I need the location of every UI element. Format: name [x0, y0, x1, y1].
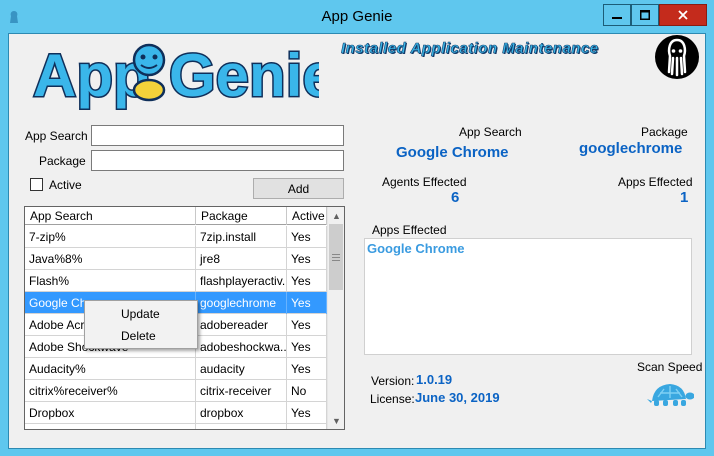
table-row[interactable]: 7-zip% 7zip.install Yes: [25, 226, 327, 248]
close-button[interactable]: [659, 4, 707, 26]
license-label: License:: [370, 392, 415, 406]
agents-effected-label: Agents Effected: [382, 175, 467, 189]
agents-effected-value: 6: [451, 189, 460, 206]
list-item[interactable]: Google Chrome: [367, 241, 465, 256]
active-label: Active: [49, 178, 82, 192]
detail-package-value: googlechrome: [579, 140, 683, 157]
detail-app-search-label: App Search: [459, 125, 522, 139]
apps-effected-list-label: Apps Effected: [372, 223, 447, 237]
table-row[interactable]: Java%8% jre8 Yes: [25, 248, 327, 270]
minimize-button[interactable]: [603, 4, 631, 26]
svg-text:App: App: [33, 42, 150, 109]
table-row[interactable]: GoToMeeting%gotomeetingYes: [25, 424, 327, 429]
apps-effected-list[interactable]: Google Chrome: [364, 238, 692, 355]
scan-speed-label: Scan Speed: [637, 360, 703, 374]
grid-cell-app-search[interactable]: Java%8%: [25, 248, 196, 270]
grid-scrollbar[interactable]: ▲ ▼: [327, 207, 344, 429]
table-row[interactable]: Dropbox dropbox Yes: [25, 402, 327, 424]
version-label: Version:: [371, 374, 415, 388]
grid-cell-package[interactable]: 7zip.install: [196, 226, 287, 248]
grid-cell-app-search[interactable]: 7-zip%: [25, 226, 196, 248]
grid-cell-active[interactable]: No: [287, 380, 327, 402]
scroll-up-icon[interactable]: ▲: [328, 207, 344, 224]
grid-cell-active[interactable]: Yes: [287, 248, 327, 270]
grid-cell-active[interactable]: Yes: [287, 402, 327, 424]
grid-cell-active[interactable]: Yes: [287, 226, 327, 248]
grid-cell-active[interactable]: Yes: [287, 270, 327, 292]
scroll-down-icon[interactable]: ▼: [328, 412, 344, 429]
column-header-app-search[interactable]: App Search: [25, 207, 196, 225]
grid-cell-app-search[interactable]: Dropbox: [25, 402, 196, 424]
app-search-input[interactable]: [91, 125, 344, 146]
grid-header: App Search Package Active: [25, 207, 327, 225]
apps-effected-value: 1: [680, 189, 689, 206]
grid-cell-active[interactable]: Yes: [287, 314, 327, 336]
scroll-thumb[interactable]: [329, 224, 343, 290]
grid-cell-package[interactable]: flashplayeractiv...: [196, 270, 287, 292]
maximize-button[interactable]: [631, 4, 659, 26]
app-window: App Genie App Genie Installed Applicatio…: [0, 0, 714, 456]
grid-cell-active[interactable]: Yes: [287, 424, 327, 429]
version-value: 1.0.19: [416, 372, 453, 387]
table-row[interactable]: citrix%receiver% citrix-receiver No: [25, 380, 327, 402]
column-header-package[interactable]: Package: [196, 207, 287, 225]
column-header-active[interactable]: Active: [287, 207, 327, 225]
detail-app-search-value: Google Chrome: [396, 144, 509, 161]
squid-icon: [655, 35, 699, 79]
grid-cell-active[interactable]: Yes: [287, 292, 327, 314]
close-icon: [678, 10, 688, 20]
detail-package-label: Package: [641, 125, 688, 139]
grid-cell-app-search[interactable]: Audacity%: [25, 358, 196, 380]
grid-cell-package[interactable]: adobeshockwa...: [196, 336, 287, 358]
license-value: June 30, 2019: [415, 390, 500, 405]
grid-cell-package[interactable]: dropbox: [196, 402, 287, 424]
turtle-icon[interactable]: [646, 379, 694, 409]
grid-cell-package[interactable]: audacity: [196, 358, 287, 380]
app-search-label: App Search: [25, 129, 88, 143]
table-row[interactable]: Audacity% audacity Yes: [25, 358, 327, 380]
table-row[interactable]: Flash% flashplayeractiv... Yes: [25, 270, 327, 292]
grid-cell-package[interactable]: googlechrome: [196, 292, 287, 314]
menu-item-delete[interactable]: Delete: [87, 325, 195, 347]
context-menu: Update Delete: [84, 300, 198, 349]
grid-cell-app-search[interactable]: citrix%receiver%: [25, 380, 196, 402]
add-button[interactable]: Add: [253, 178, 344, 199]
package-label: Package: [39, 154, 86, 168]
title-bar[interactable]: App Genie: [0, 0, 714, 33]
svg-text:Genie: Genie: [169, 42, 319, 109]
main-panel: App Genie Installed Application Maintena…: [8, 33, 706, 449]
app-subtitle: Installed Application Maintenance: [341, 40, 599, 58]
grid-cell-active[interactable]: Yes: [287, 336, 327, 358]
grid-cell-app-search[interactable]: Flash%: [25, 270, 196, 292]
grid-cell-package[interactable]: jre8: [196, 248, 287, 270]
package-input[interactable]: [91, 150, 344, 171]
grid-cell-package[interactable]: adobereader: [196, 314, 287, 336]
grid-cell-package[interactable]: citrix-receiver: [196, 380, 287, 402]
menu-item-update[interactable]: Update: [87, 303, 195, 325]
appgenie-logo: App Genie: [32, 41, 320, 111]
grid-cell-package[interactable]: gotomeeting: [196, 424, 287, 429]
grid-cell-active[interactable]: Yes: [287, 358, 327, 380]
grid-cell-app-search[interactable]: GoToMeeting%: [25, 424, 196, 429]
minimize-icon: [612, 17, 622, 19]
maximize-icon: [640, 10, 650, 20]
active-checkbox[interactable]: [30, 178, 43, 191]
apps-effected-label: Apps Effected: [618, 175, 693, 189]
